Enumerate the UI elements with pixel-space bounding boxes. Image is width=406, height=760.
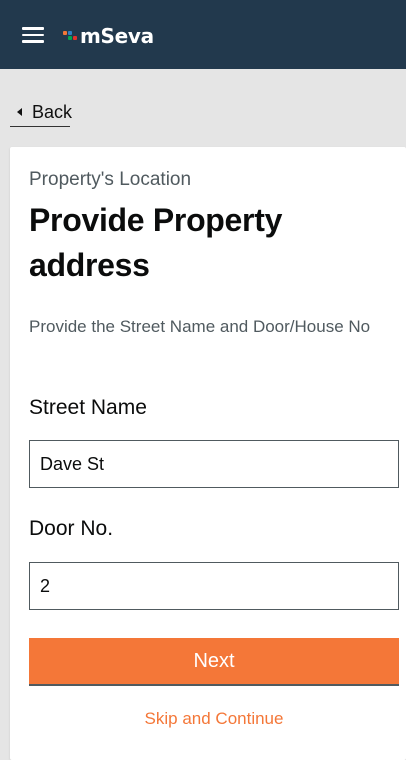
hamburger-menu-icon[interactable] — [22, 27, 44, 43]
form-subheading: Property's Location — [29, 169, 192, 190]
page-title: Provide Property address — [29, 202, 283, 283]
door-no-label: Door No. — [29, 517, 114, 540]
back-button[interactable]: Back — [10, 100, 73, 127]
street-name-input[interactable] — [29, 440, 399, 488]
back-label: Back — [32, 102, 73, 122]
top-app-bar: mSeva — [0, 0, 406, 69]
next-button[interactable]: Next — [29, 638, 399, 686]
mseva-logo: mSeva — [62, 24, 154, 48]
door-no-input[interactable] — [29, 562, 399, 610]
form-description: Provide the Street Name and Door/House N… — [29, 317, 371, 336]
triangle-left-icon — [17, 108, 22, 116]
street-name-label: Street Name — [29, 396, 147, 419]
logo-dots-icon — [62, 26, 80, 46]
skip-and-continue-link[interactable]: Skip and Continue — [29, 709, 399, 729]
brand-name: mSeva — [80, 24, 154, 48]
